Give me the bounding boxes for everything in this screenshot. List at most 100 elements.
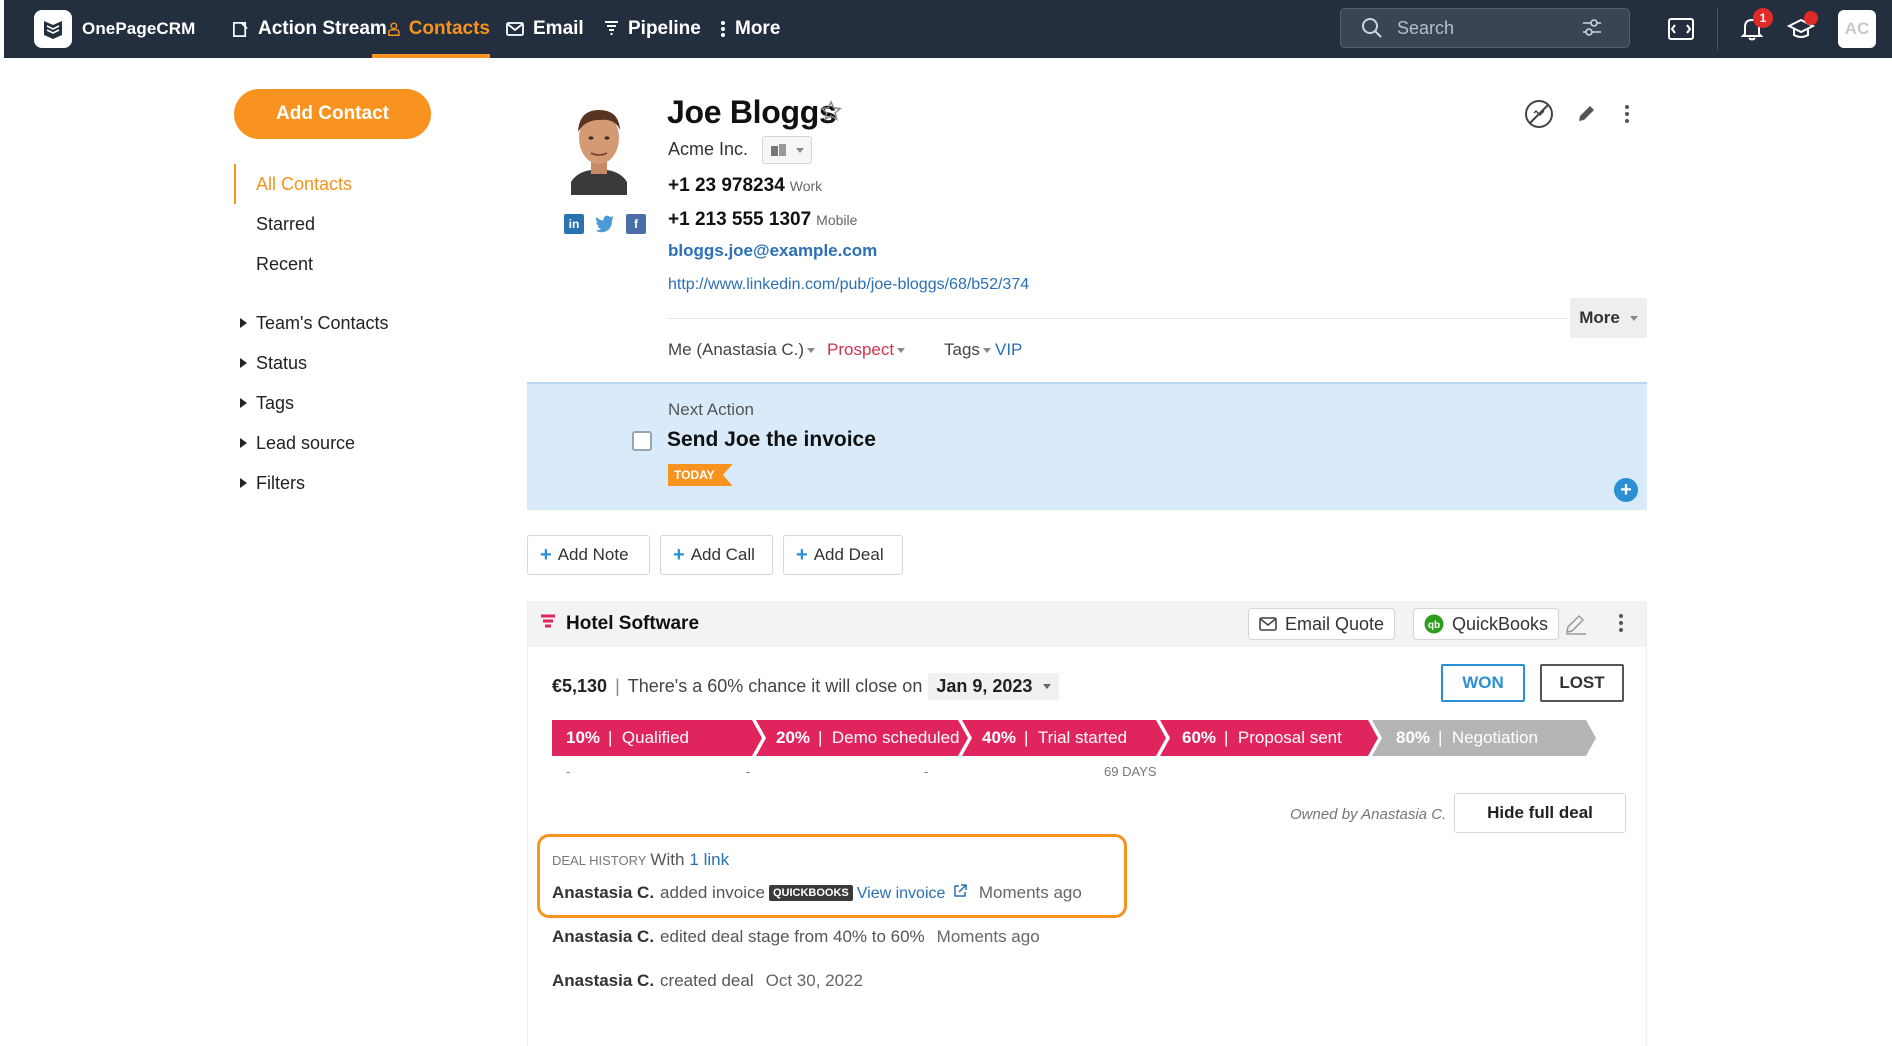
add-call-button[interactable]: + Add Call xyxy=(660,535,773,575)
contact-company[interactable]: Acme Inc. xyxy=(668,139,748,160)
quickbooks-badge: QUICKBOOKS xyxy=(768,885,853,901)
deal-summary: €5,130 | There's a 60% chance it will cl… xyxy=(552,673,1060,700)
sidebar-item-recent[interactable]: Recent xyxy=(234,244,434,284)
stage-proposal-sent[interactable]: 60% | Proposal sent xyxy=(1160,720,1378,756)
chevron-down-icon xyxy=(1629,315,1638,321)
academy-button[interactable] xyxy=(1780,8,1822,50)
nav-email[interactable]: Email xyxy=(506,0,584,58)
contact-photo[interactable] xyxy=(563,100,635,195)
tree-item-status[interactable]: Status xyxy=(240,343,389,383)
contact-phone-work[interactable]: +1 23 978234 Work xyxy=(668,175,822,197)
add-deal-label: Add Deal xyxy=(813,545,884,564)
history-user: Anastasia C. xyxy=(552,927,655,946)
facebook-icon[interactable]: f xyxy=(626,214,646,234)
no-track-button[interactable] xyxy=(1522,97,1556,131)
nav-action-stream[interactable]: Action Stream xyxy=(232,0,387,58)
contact-phone-mobile[interactable]: +1 213 555 1307 Mobile xyxy=(668,209,857,231)
email-quote-button[interactable]: Email Quote xyxy=(1248,608,1396,640)
brand-logo[interactable]: OnePageCRM xyxy=(34,10,195,48)
lost-button[interactable]: LOST xyxy=(1540,664,1624,702)
contact-options-button[interactable] xyxy=(1610,97,1644,131)
next-action-checkbox[interactable] xyxy=(632,431,652,451)
building-icon xyxy=(771,144,786,156)
sidebar-item-starred[interactable]: Starred xyxy=(234,204,434,244)
highlight-box xyxy=(537,834,1127,918)
plus-icon: + xyxy=(796,544,808,566)
nav-more[interactable]: More xyxy=(720,0,780,58)
status-dropdown[interactable]: Prospect xyxy=(827,340,906,360)
quickbooks-icon: qb xyxy=(1424,614,1444,634)
tag-vip[interactable]: VIP xyxy=(995,340,1022,360)
stage-qualified[interactable]: 10% | Qualified xyxy=(552,720,762,756)
academy-dot xyxy=(1804,11,1818,25)
due-today-badge: TODAY xyxy=(668,464,733,486)
do-not-disturb-icon xyxy=(1525,100,1553,128)
tags-dropdown[interactable]: Tags xyxy=(944,340,991,360)
deal-title[interactable]: Hotel Software xyxy=(566,613,699,635)
history-time: Moments ago xyxy=(978,883,1082,902)
chevron-down-icon xyxy=(796,147,804,153)
user-avatar[interactable]: AC xyxy=(1838,10,1876,48)
nav-contacts-label: Contacts xyxy=(408,18,490,39)
history-label: DEAL HISTORY xyxy=(552,852,647,868)
sidebar-item-all-contacts[interactable]: All Contacts xyxy=(234,164,434,204)
edit-contact-button[interactable] xyxy=(1569,97,1603,131)
history-text: edited deal stage from 40% to 60% xyxy=(660,927,925,946)
tree-item-lead-source[interactable]: Lead source xyxy=(240,423,389,463)
phone-type: Mobile xyxy=(816,212,858,228)
external-link-icon xyxy=(954,883,967,897)
contact-email-link[interactable]: bloggs.joe@example.com xyxy=(668,241,877,261)
next-action-panel: Next Action Send Joe the invoice TODAY + xyxy=(527,382,1647,510)
stage-negotiation[interactable]: 80% | Negotiation xyxy=(1372,720,1596,756)
nav-email-label: Email xyxy=(533,18,584,39)
stage-name: Demo scheduled xyxy=(831,728,960,747)
more-vertical-icon[interactable] xyxy=(1618,613,1624,633)
tree-item-filters[interactable]: Filters xyxy=(240,463,389,503)
phone-number: +1 23 978234 xyxy=(668,175,785,196)
history-text: added invoice xyxy=(660,883,765,902)
search-input[interactable] xyxy=(1397,17,1577,39)
view-invoice-link[interactable]: View invoice xyxy=(857,883,967,903)
search-filter-icon[interactable] xyxy=(1581,18,1603,38)
add-deal-button[interactable]: + Add Deal xyxy=(783,535,903,575)
add-note-button[interactable]: + Add Note xyxy=(527,535,650,575)
contact-website-link[interactable]: http://www.linkedin.com/pub/joe-bloggs/6… xyxy=(668,276,1029,294)
add-action-button[interactable]: + xyxy=(1614,478,1638,502)
nav-pipeline[interactable]: Pipeline xyxy=(604,0,701,58)
history-text: created deal xyxy=(660,971,754,990)
company-dropdown[interactable] xyxy=(762,136,812,164)
contact-more-button[interactable]: More xyxy=(1570,298,1647,338)
tree-item-label: Filters xyxy=(256,472,305,493)
owner-dropdown[interactable]: Me (Anastasia C.) xyxy=(668,340,816,360)
close-date: Jan 9, 2023 xyxy=(936,676,1033,696)
more-vertical-icon xyxy=(1625,105,1629,123)
history-time: Moments ago xyxy=(936,927,1040,946)
integrations-button[interactable] xyxy=(1660,8,1702,50)
history-links-link[interactable]: 1 link xyxy=(689,850,729,870)
email-quote-label: Email Quote xyxy=(1285,613,1385,634)
tree-item-label: Team's Contacts xyxy=(256,312,389,333)
pencil-icon[interactable] xyxy=(1564,613,1588,635)
stage-demo-scheduled[interactable]: 20% | Demo scheduled xyxy=(756,720,968,756)
won-button[interactable]: WON xyxy=(1441,664,1525,702)
linkedin-icon[interactable]: in xyxy=(564,214,584,234)
notifications-button[interactable]: 1 xyxy=(1731,8,1773,50)
tree-item-teams-contacts[interactable]: Team's Contacts xyxy=(240,303,389,343)
nav-contacts[interactable]: Contacts xyxy=(372,0,490,58)
twitter-icon[interactable] xyxy=(595,214,615,234)
quickbooks-button[interactable]: qb QuickBooks xyxy=(1413,608,1560,640)
stage-name: Trial started xyxy=(1037,728,1128,747)
stage-trial-started[interactable]: 40% | Trial started xyxy=(962,720,1166,756)
star-icon[interactable] xyxy=(820,100,842,127)
add-contact-button[interactable]: Add Contact xyxy=(234,89,431,139)
next-action-label: Next Action xyxy=(668,400,754,419)
tree-item-tags[interactable]: Tags xyxy=(240,383,389,423)
close-date-dropdown[interactable]: Jan 9, 2023 xyxy=(928,673,1060,700)
next-action-title[interactable]: Send Joe the invoice xyxy=(667,428,876,452)
hide-full-deal-button[interactable]: Hide full deal xyxy=(1454,793,1626,833)
deal-card: Hotel Software Email Quote qb QuickBooks… xyxy=(527,601,1647,1046)
pipeline-icon xyxy=(541,614,555,628)
contact-views: All Contacts Starred Recent xyxy=(234,164,434,284)
search-box[interactable] xyxy=(1340,8,1630,48)
stage-name: Negotiation xyxy=(1451,728,1538,747)
